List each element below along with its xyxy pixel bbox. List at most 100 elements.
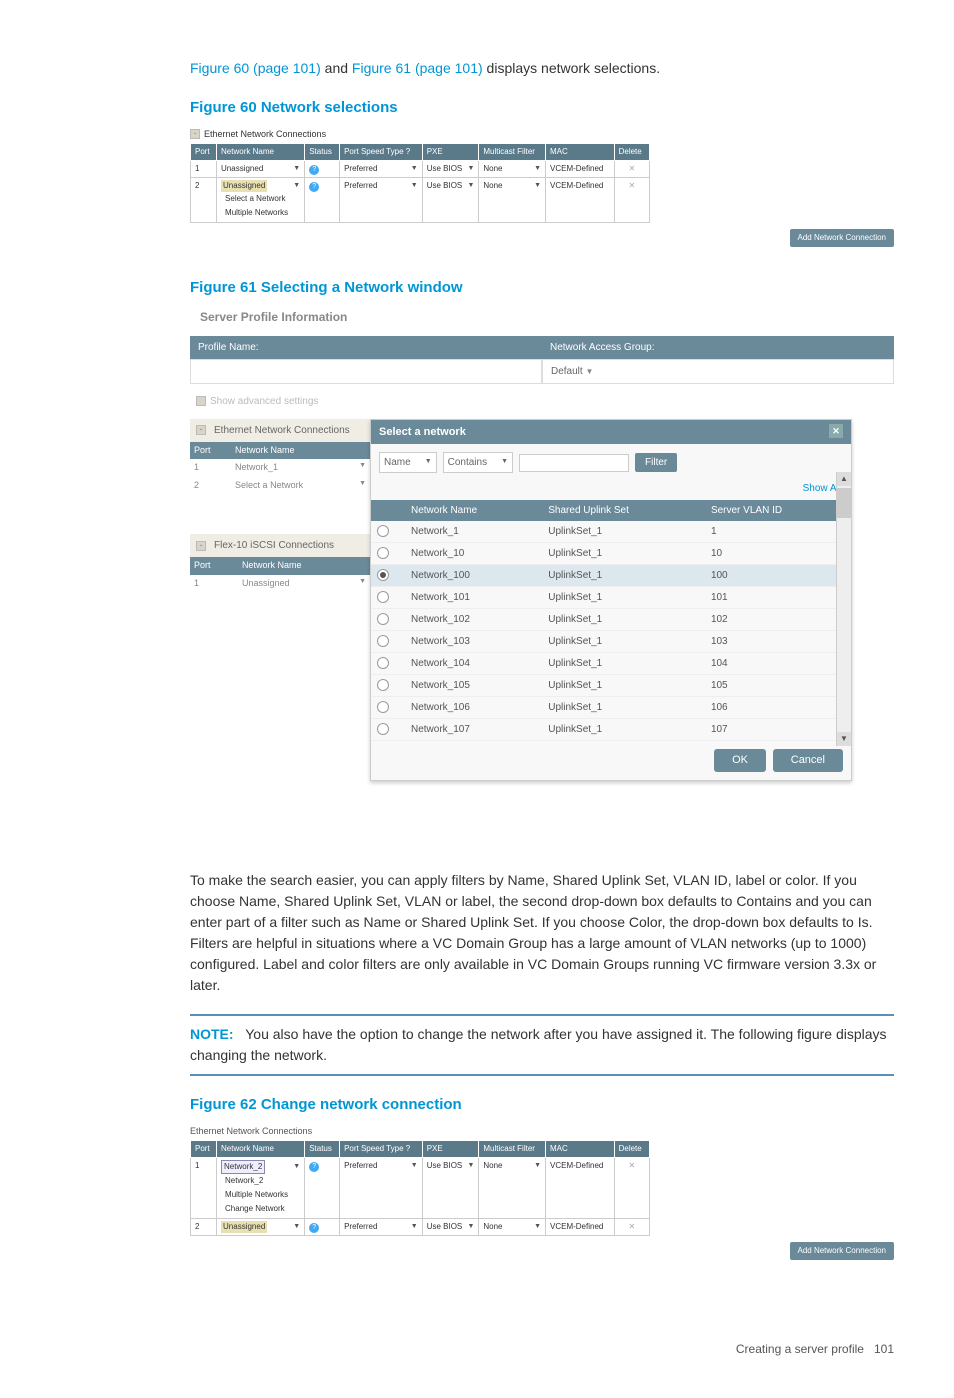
delete-button[interactable]: ✕ (614, 178, 649, 223)
cell-radio[interactable] (371, 587, 405, 609)
collapse-icon[interactable] (190, 129, 200, 139)
table-row[interactable]: Network_100UplinkSet_1100 (371, 565, 851, 587)
cell-pxe[interactable]: Use BIOS▼ (422, 178, 479, 223)
col-netname: Network Name (217, 1141, 305, 1158)
scroll-thumb[interactable] (837, 488, 851, 518)
iscsi-connections-header[interactable]: Flex-10 iSCSI Connections (190, 534, 380, 557)
netname-value: Unassigned (242, 578, 290, 588)
menu-item[interactable]: Select a Network (221, 192, 300, 206)
show-advanced-settings-checkbox[interactable]: Show advanced settings (196, 394, 894, 409)
cell-speed[interactable]: Preferred▼ (340, 1219, 423, 1236)
ethernet-connections-header[interactable]: Ethernet Network Connections (190, 419, 380, 442)
checkbox-icon (196, 396, 206, 406)
table-row: 1Unassigned▼ (190, 575, 370, 593)
cell-speed[interactable]: Preferred▼ (340, 161, 423, 178)
pxe-value: Use BIOS (427, 180, 463, 192)
col-sus: Shared Uplink Set (542, 500, 705, 521)
cell-pxe[interactable]: Use BIOS▼ (422, 161, 479, 178)
chevron-down-icon: ▼ (293, 181, 300, 192)
cell-netname[interactable]: Unassigned▼ (217, 1219, 305, 1236)
close-icon[interactable]: ✕ (829, 424, 843, 438)
cell-netname[interactable]: Unassigned▼ (217, 161, 305, 178)
scroll-down-icon[interactable]: ▼ (837, 732, 851, 746)
menu-item[interactable]: Multiple Networks (221, 206, 300, 220)
cell-netname[interactable]: Select a Network▼ (231, 477, 370, 495)
cell-port: 2 (191, 178, 217, 223)
cell-netname[interactable]: Unassigned▼ (238, 575, 370, 593)
cell-radio[interactable] (371, 653, 405, 675)
mcast-value: None (483, 1221, 502, 1233)
cell-mcast[interactable]: None▼ (479, 178, 546, 223)
mcast-value: None (483, 180, 502, 192)
cell-radio[interactable] (371, 609, 405, 631)
filter-button[interactable]: Filter (635, 453, 677, 472)
scroll-up-icon[interactable]: ▲ (837, 472, 851, 486)
col-status: Status (305, 144, 340, 161)
cell-netname[interactable]: Network_1▼ (231, 459, 370, 477)
cell-netname: Network_102 (405, 609, 542, 631)
col-vlan: Server VLAN ID (705, 500, 851, 521)
table-row[interactable]: Network_103UplinkSet_1103 (371, 631, 851, 653)
cell-mac: VCEM-Defined (546, 1219, 615, 1236)
cell-radio[interactable] (371, 565, 405, 587)
menu-item[interactable]: Change Network (221, 1202, 300, 1216)
cell-radio[interactable] (371, 543, 405, 565)
add-network-connection-button[interactable]: Add Network Connection (790, 229, 895, 247)
cell-radio[interactable] (371, 631, 405, 653)
nag-value: Default (551, 366, 583, 377)
table-row[interactable]: Network_102UplinkSet_1102 (371, 609, 851, 631)
cell-mcast[interactable]: None▼ (479, 1219, 546, 1236)
cell-port: 1 (191, 1158, 217, 1219)
cell-radio[interactable] (371, 675, 405, 697)
menu-item[interactable]: Multiple Networks (221, 1188, 300, 1202)
cell-netname: Network_105 (405, 675, 542, 697)
menu-item[interactable]: Network_2 (221, 1174, 300, 1188)
iscsi-title: Flex-10 iSCSI Connections (214, 538, 334, 553)
ok-button[interactable]: OK (714, 749, 766, 772)
delete-button[interactable]: ✕ (614, 161, 649, 178)
cell-sus: UplinkSet_1 (542, 543, 705, 565)
table-row[interactable]: Network_10UplinkSet_110 (371, 543, 851, 565)
filter-op-select[interactable]: Contains▼ (443, 452, 513, 473)
add-network-connection-button[interactable]: Add Network Connection (790, 1242, 895, 1260)
table-row[interactable]: Network_1UplinkSet_11 (371, 521, 851, 543)
iscsi-table: PortNetwork Name 1Unassigned▼ (190, 557, 370, 592)
delete-button[interactable]: ✕ (614, 1219, 649, 1236)
table-row[interactable]: Network_101UplinkSet_1101 (371, 587, 851, 609)
table-row[interactable]: Network_107UplinkSet_1107 (371, 719, 851, 741)
scrollbar[interactable]: ▲ ▼ (836, 472, 851, 746)
col-port: Port (190, 442, 231, 460)
chevron-down-icon: ▼ (359, 479, 366, 490)
filter-input[interactable] (519, 454, 629, 472)
table-row[interactable]: Network_104UplinkSet_1104 (371, 653, 851, 675)
table-row[interactable]: Network_106UplinkSet_1106 (371, 697, 851, 719)
col-port: Port (190, 557, 238, 575)
network-access-group-select[interactable]: Default ▼ (542, 359, 894, 384)
cancel-button[interactable]: Cancel (773, 749, 843, 772)
select-network-panel: Select a network✕ Name▼ Contains▼ Filter… (370, 419, 852, 781)
cell-netname[interactable]: Unassigned▼ Select a Network Multiple Ne… (217, 178, 305, 223)
cell-radio[interactable] (371, 697, 405, 719)
cell-radio[interactable] (371, 719, 405, 741)
cell-netname[interactable]: Network_2▼ Network_2 Multiple Networks C… (217, 1158, 305, 1219)
cell-speed[interactable]: Preferred▼ (340, 1158, 423, 1219)
cell-mcast[interactable]: None▼ (479, 161, 546, 178)
link-fig61[interactable]: Figure 61 (page 101) (352, 60, 483, 76)
chevron-down-icon: ▼ (411, 1222, 418, 1233)
filter-field-select[interactable]: Name▼ (379, 452, 437, 473)
profile-name-input[interactable] (190, 359, 542, 384)
network-table: Network Name Shared Uplink Set Server VL… (371, 500, 851, 741)
cell-mcast[interactable]: None▼ (479, 1158, 546, 1219)
cell-netname: Network_106 (405, 697, 542, 719)
col-delete: Delete (614, 144, 649, 161)
cell-speed[interactable]: Preferred▼ (340, 178, 423, 223)
table-row[interactable]: Network_105UplinkSet_1105 (371, 675, 851, 697)
cell-radio[interactable] (371, 521, 405, 543)
cell-pxe[interactable]: Use BIOS▼ (422, 1219, 479, 1236)
cell-pxe[interactable]: Use BIOS▼ (422, 1158, 479, 1219)
table-row: 2 Unassigned▼ Select a Network Multiple … (191, 178, 650, 223)
link-fig60[interactable]: Figure 60 (page 101) (190, 60, 321, 76)
col-pxe: PXE (422, 144, 479, 161)
cell-status: ? (305, 161, 340, 178)
delete-button[interactable]: ✕ (614, 1158, 649, 1219)
